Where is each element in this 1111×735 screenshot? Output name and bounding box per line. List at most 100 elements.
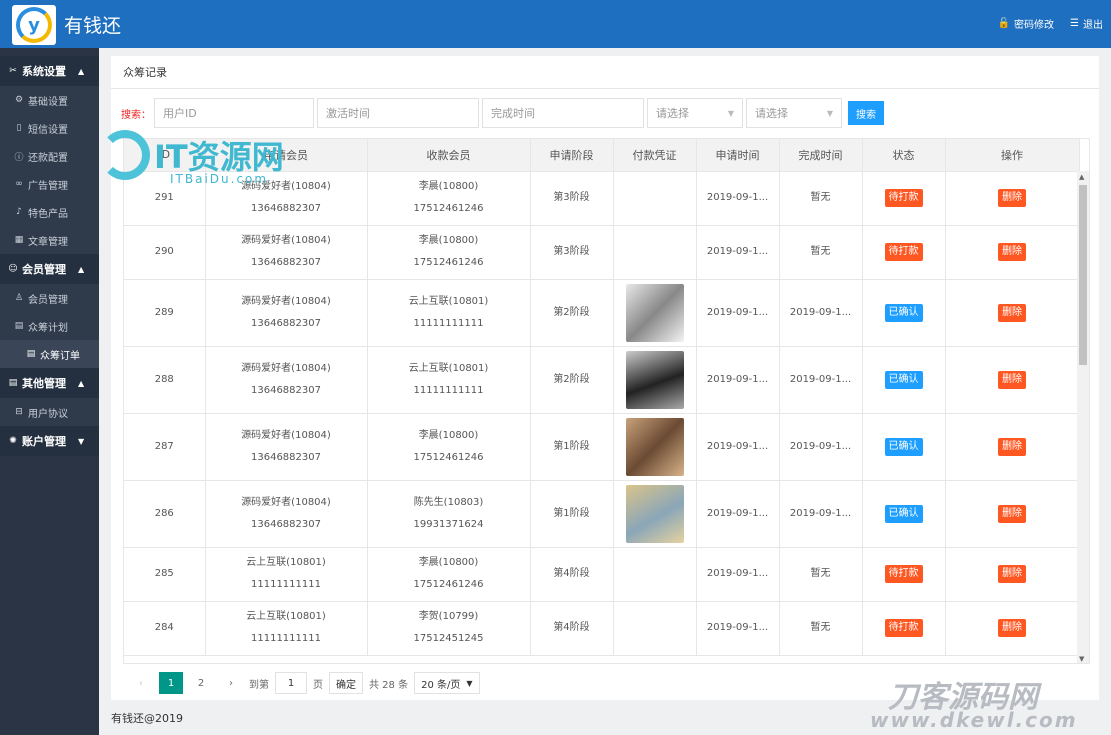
delete-button[interactable]: 删除 (998, 243, 1026, 261)
payment-proof-image[interactable] (625, 283, 684, 342)
cell-payee: 李晨(10800) 17512461246 (367, 171, 531, 226)
cell-proof (613, 480, 697, 548)
cell-applicant: 源码爱好者(10804) 13646882307 (205, 279, 368, 347)
cell-action: 删除 (945, 225, 1080, 280)
search-label: 搜索： (121, 109, 151, 121)
header-actions: 🔓 密码修改 ☰ 退出 (998, 16, 1103, 31)
sidebar-item-products[interactable]: ♪ 特色产品 (0, 198, 99, 226)
payment-proof-image[interactable] (625, 417, 684, 476)
logout-link[interactable]: ☰ 退出 (1070, 16, 1103, 31)
page-size-select[interactable]: 20 条/页 ▼ (414, 672, 480, 694)
status-badge[interactable]: 待打款 (884, 243, 923, 261)
chevron-down-icon: ▼ (727, 108, 734, 118)
cell-stage: 第1阶段 (530, 413, 614, 481)
status-badge[interactable]: 已确认 (884, 370, 923, 389)
cell-finish-time: 2019-09-1... (779, 279, 863, 347)
status-select[interactable]: 请选择 ▼ (746, 98, 842, 128)
cell-proof (613, 346, 697, 414)
panel-title: 众筹记录 (111, 56, 1099, 89)
cell-id: 287 (124, 413, 206, 481)
tools-icon: ✂ (9, 66, 17, 76)
bell-icon: ♪ (16, 207, 22, 217)
cell-apply-time: 2019-09-1... (696, 547, 780, 602)
status-badge[interactable]: 待打款 (884, 565, 923, 583)
cell-proof (613, 279, 697, 347)
sidebar-item-member-mgmt[interactable]: ♙ 会员管理 (0, 284, 99, 312)
cell-id: 284 (124, 601, 206, 656)
cell-proof (613, 171, 697, 226)
chart-icon: ▤ (26, 349, 36, 359)
cell-payee: 李晨(10800) 17512461246 (367, 413, 531, 481)
users-icon: ☺ (8, 264, 18, 274)
search-button[interactable]: 搜索 (848, 101, 884, 125)
page-2[interactable]: 2 (189, 672, 213, 694)
sidebar-item-articles[interactable]: ▦ 文章管理 (0, 226, 99, 254)
watermark-dkewl-sub: www.dkewl.com (870, 708, 1078, 732)
sidebar-item-agreement[interactable]: ⊟ 用户协议 (0, 398, 99, 426)
caret-down-icon: ▼ (78, 436, 85, 446)
delete-button[interactable]: 删除 (998, 189, 1026, 207)
logo-icon: y (16, 7, 52, 43)
delete-button[interactable]: 删除 (998, 565, 1026, 583)
prev-page-icon[interactable]: ‹ (129, 672, 153, 694)
cell-applicant: 云上互联(10801) 11111111111 (205, 547, 368, 602)
cell-stage: 第4阶段 (530, 547, 614, 602)
payment-proof-image[interactable] (625, 350, 684, 409)
activate-time-input[interactable]: 激活时间 (317, 98, 479, 128)
scroll-up-icon[interactable]: ▲ (1079, 173, 1084, 181)
cell-apply-time: 2019-09-1... (696, 413, 780, 481)
cell-finish-time: 暂无 (779, 601, 863, 656)
menu-group-members[interactable]: ☺ 会员管理 ▲ (0, 254, 99, 284)
cell-applicant: 源码爱好者(10804) 13646882307 (205, 225, 368, 280)
payment-proof-image[interactable] (625, 484, 684, 543)
table-scrollbar[interactable]: ▲ ▼ (1077, 171, 1089, 663)
page-1[interactable]: 1 (159, 672, 183, 694)
sidebar-item-crowd-orders[interactable]: ▤ 众筹订单 (0, 340, 99, 368)
status-badge[interactable]: 待打款 (884, 619, 923, 637)
menu-group-other[interactable]: ▤ 其他管理 ▲ (0, 368, 99, 398)
sidebar-item-ads[interactable]: ∞ 广告管理 (0, 170, 99, 198)
sidebar-item-sms[interactable]: ▯ 短信设置 (0, 114, 99, 142)
scroll-down-icon[interactable]: ▼ (1079, 655, 1084, 663)
sidebar-item-crowd-plan[interactable]: ▤ 众筹计划 (0, 312, 99, 340)
status-badge[interactable]: 已确认 (884, 504, 923, 523)
delete-button[interactable]: 删除 (998, 370, 1026, 389)
finish-time-input[interactable]: 完成时间 (482, 98, 644, 128)
col-apply-time: 申请时间 (696, 139, 780, 172)
chevron-down-icon: ▼ (466, 678, 473, 688)
sidebar-item-basic[interactable]: ⚙ 基础设置 (0, 86, 99, 114)
search-bar: 搜索： 用户ID 激活时间 完成时间 请选择 ▼ 请选择 ▼ 搜索 (121, 98, 884, 128)
delete-button[interactable]: 删除 (998, 437, 1026, 456)
menu-group-account[interactable]: ✺ 账户管理 ▼ (0, 426, 99, 456)
next-page-icon[interactable]: › (219, 672, 243, 694)
cell-stage: 第3阶段 (530, 225, 614, 280)
goto-page-input[interactable]: 1 (275, 672, 307, 694)
menu-group-system[interactable]: ✂ 系统设置 ▲ (0, 56, 99, 86)
scroll-thumb[interactable] (1079, 185, 1087, 365)
car-icon: ⊟ (15, 407, 23, 417)
col-proof: 付款凭证 (613, 139, 697, 172)
watermark-itziyuan-sub: ITBaiDu.com (170, 172, 269, 186)
app-title: 有钱还 (64, 15, 122, 37)
status-badge[interactable]: 已确认 (884, 437, 923, 456)
sidebar-item-repay[interactable]: ⓘ 还款配置 (0, 142, 99, 170)
goto-ok-button[interactable]: 确定 (329, 672, 363, 694)
cell-finish-time: 暂无 (779, 171, 863, 226)
col-finish-time: 完成时间 (779, 139, 863, 172)
status-badge[interactable]: 已确认 (884, 303, 923, 322)
user-id-input[interactable]: 用户ID (154, 98, 314, 128)
change-password-link[interactable]: 🔓 密码修改 (998, 16, 1054, 31)
col-action: 操作 (945, 139, 1080, 172)
cell-status: 待打款 (862, 171, 946, 226)
stage-select[interactable]: 请选择 ▼ (647, 98, 743, 128)
total-count: 共 28 条 (369, 679, 409, 691)
col-payee: 收款会员 (367, 139, 531, 172)
table-row: 284 云上互联(10801) 11111111111 李贺(10799) 175124… (124, 601, 1080, 656)
delete-button[interactable]: 删除 (998, 504, 1026, 523)
status-badge[interactable]: 待打款 (884, 189, 923, 207)
delete-button[interactable]: 删除 (998, 303, 1026, 322)
app-logo[interactable]: y (12, 5, 56, 45)
delete-button[interactable]: 删除 (998, 619, 1026, 637)
user-icon: ♙ (14, 293, 24, 303)
col-stage: 申请阶段 (530, 139, 614, 172)
